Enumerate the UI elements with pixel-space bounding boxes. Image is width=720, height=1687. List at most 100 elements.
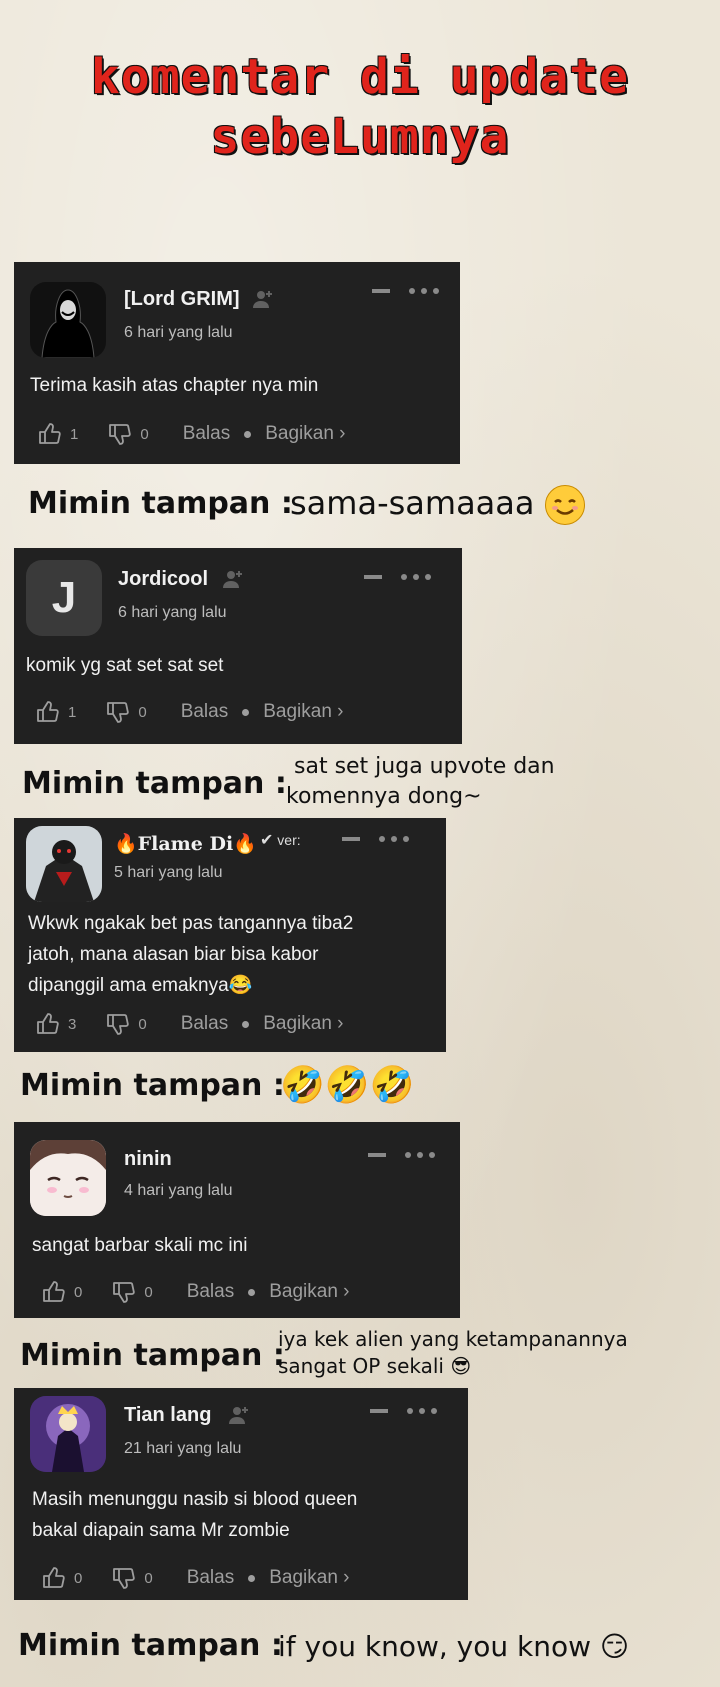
comment-username[interactable]: Tian lang <box>124 1404 211 1427</box>
dislike-icon[interactable] <box>108 422 132 446</box>
comment-username[interactable]: Jordicool <box>118 568 208 591</box>
like-icon[interactable] <box>36 1012 60 1036</box>
admin-reply-label: Mimin tampan : <box>20 1068 285 1103</box>
add-friend-icon[interactable] <box>252 288 274 310</box>
smiling-face-emoji <box>544 485 585 525</box>
comment-time: 6 hari yang lalu <box>124 324 233 341</box>
dislike-icon[interactable] <box>106 700 130 724</box>
more-options-icon[interactable] <box>364 570 436 584</box>
separator-dot <box>248 1288 256 1296</box>
comment-text: Terima kasih atas chapter nya min <box>30 370 450 401</box>
comment-text: Wkwk ngakak bet pas tangannya tiba2 jato… <box>28 908 438 1001</box>
admin-reply-line: sama-samaaaa <box>290 484 535 522</box>
comment-time: 21 hari yang lalu <box>124 1440 242 1457</box>
more-options-icon[interactable] <box>372 284 444 298</box>
like-icon[interactable] <box>36 700 60 724</box>
like-icon[interactable] <box>38 422 62 446</box>
comment-actions: 3 0 Balas Bagikan › <box>36 1012 344 1036</box>
verified-badge: ✔ ver: <box>260 830 301 850</box>
admin-reply-line: sat set juga upvote dan <box>294 754 555 779</box>
avatar-letter: J <box>51 573 77 622</box>
comment-time: 6 hari yang lalu <box>118 604 227 621</box>
comment-text-line: Masih menunggu nasib si blood queen <box>32 1489 358 1510</box>
separator-dot <box>248 1574 256 1582</box>
comment-actions: 0 0 Balas Bagikan › <box>42 1280 350 1304</box>
admin-reply-label: Mimin tampan : <box>28 486 293 521</box>
more-options-icon[interactable] <box>342 832 414 846</box>
hooded-figure-avatar[interactable] <box>30 282 106 358</box>
admin-reply-text: sama-samaaaa <box>290 484 585 525</box>
letter-avatar[interactable]: J <box>26 560 102 636</box>
fantasy-king-avatar[interactable] <box>30 1396 106 1472</box>
share-button[interactable]: Bagikan › <box>265 423 345 445</box>
comment-username[interactable]: 🔥Flame Di🔥 <box>114 832 257 855</box>
comment-text-line: sangat barbar skali mc ini <box>32 1235 248 1256</box>
dislike-count: 0 <box>138 703 147 721</box>
dislike-icon[interactable] <box>112 1280 136 1304</box>
comment-text-line: jatoh, mana alasan biar bisa kabor <box>28 944 319 965</box>
comment-actions: 0 0 Balas Bagikan › <box>42 1566 350 1590</box>
admin-reply-label: Mimin tampan : <box>22 766 287 801</box>
comment-text: komik yg sat set sat set <box>26 650 446 681</box>
comment-text-line: bakal diapain sama Mr zombie <box>32 1520 290 1541</box>
reply-button[interactable]: Balas <box>187 1567 235 1589</box>
dislike-count: 0 <box>144 1283 153 1301</box>
share-button[interactable]: Bagikan › <box>269 1281 349 1303</box>
admin-reply-label: Mimin tampan : <box>20 1338 285 1373</box>
like-count: 0 <box>74 1283 83 1301</box>
comment-time: 4 hari yang lalu <box>124 1182 233 1199</box>
separator-dot <box>244 430 252 438</box>
admin-reply-line: komennya dong~ <box>286 784 482 809</box>
comment-actions: 1 0 Balas Bagikan › <box>36 700 344 724</box>
comment-text-line: komik yg sat set sat set <box>26 655 224 676</box>
admin-reply-label: Mimin tampan : <box>18 1628 283 1663</box>
dislike-icon[interactable] <box>112 1566 136 1590</box>
comment-text: Masih menunggu nasib si blood queen baka… <box>32 1484 462 1546</box>
comment-username[interactable]: [Lord GRIM] <box>124 288 240 311</box>
comment-card-1: [Lord GRIM] 6 hari yang lalu Terima kasi… <box>14 262 460 464</box>
separator-dot <box>242 1020 250 1028</box>
like-icon[interactable] <box>42 1566 66 1590</box>
more-options-icon[interactable] <box>368 1148 440 1162</box>
admin-reply-line: if you know, you know 😏 <box>278 1630 630 1663</box>
anime-girl-avatar[interactable] <box>30 1140 106 1216</box>
check-icon: ✔ <box>260 832 274 849</box>
add-friend-icon[interactable] <box>222 568 244 590</box>
like-icon[interactable] <box>42 1280 66 1304</box>
share-button[interactable]: Bagikan › <box>263 1013 343 1035</box>
like-count: 1 <box>68 703 77 721</box>
dislike-icon[interactable] <box>106 1012 130 1036</box>
rolling-laughing-emoji: 🤣🤣🤣 <box>280 1065 415 1106</box>
comment-time: 5 hari yang lalu <box>114 864 223 881</box>
dislike-count: 0 <box>144 1569 153 1587</box>
like-count: 3 <box>68 1015 77 1033</box>
admin-reply-text: 🤣🤣🤣 <box>280 1064 414 1106</box>
reply-button[interactable]: Balas <box>187 1281 235 1303</box>
comment-text-line: Wkwk ngakak bet pas tangannya tiba2 <box>28 913 354 934</box>
more-options-icon[interactable] <box>370 1404 442 1418</box>
reply-button[interactable]: Balas <box>181 1013 229 1035</box>
comment-text-line: Terima kasih atas chapter nya min <box>30 375 319 396</box>
comment-card-2: J Jordicool 6 hari yang lalu komik yg sa… <box>14 548 462 744</box>
add-friend-icon[interactable] <box>228 1404 250 1426</box>
reply-button[interactable]: Balas <box>183 423 231 445</box>
reply-button[interactable]: Balas <box>181 701 229 723</box>
badge-text: ver: <box>277 832 301 848</box>
comment-username[interactable]: ninin <box>124 1148 172 1171</box>
dislike-count: 0 <box>138 1015 147 1033</box>
like-count: 0 <box>74 1569 83 1587</box>
page-title-line2: sebeLumnya <box>210 109 510 165</box>
comment-card-5: Tian lang 21 hari yang lalu Masih menung… <box>14 1388 468 1600</box>
comment-text-line: dipanggil ama emaknya😂 <box>28 975 253 996</box>
admin-reply-text: iya kek alien yang ketampanannya sangat … <box>278 1326 628 1380</box>
dislike-count: 0 <box>140 425 149 443</box>
like-count: 1 <box>70 425 79 443</box>
share-button[interactable]: Bagikan › <box>269 1567 349 1589</box>
page-title-line1: komentar di update <box>90 49 630 105</box>
admin-reply-text: if you know, you know 😏 <box>278 1630 629 1663</box>
admin-reply-text: sat set juga upvote dan komennya dong~ <box>286 752 555 812</box>
comment-text: sangat barbar skali mc ini <box>32 1230 452 1261</box>
admin-reply-line: iya kek alien yang ketampanannya <box>278 1327 628 1351</box>
armored-warrior-avatar[interactable] <box>26 826 102 902</box>
share-button[interactable]: Bagikan › <box>263 701 343 723</box>
